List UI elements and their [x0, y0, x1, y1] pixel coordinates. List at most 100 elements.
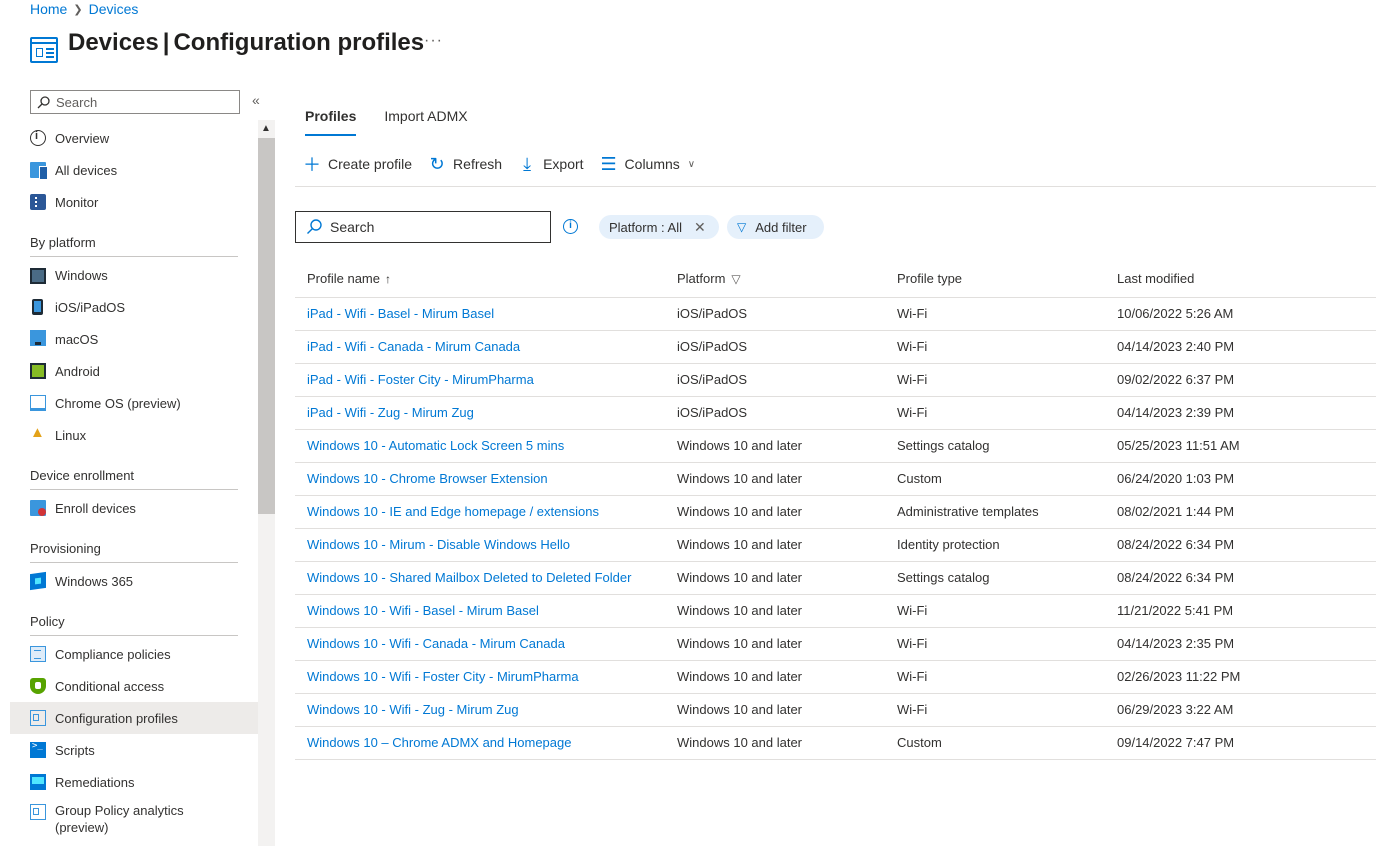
cell-last-modified: 06/29/2023 3:22 AM — [1105, 693, 1376, 727]
sidebar-item-scripts[interactable]: Scripts — [10, 734, 258, 766]
sidebar-item-configuration-profiles[interactable]: Configuration profiles — [10, 702, 258, 734]
info-icon[interactable]: i — [563, 219, 578, 234]
collapse-sidebar-icon[interactable]: « — [252, 92, 260, 108]
column-header-profile-type[interactable]: Profile type — [885, 260, 1105, 298]
table-row[interactable]: Windows 10 - Mirum - Disable Windows Hel… — [295, 528, 1376, 562]
sidebar-item-remediations[interactable]: Remediations — [10, 766, 258, 798]
add-filter-button[interactable]: ▽ Add filter — [727, 215, 824, 239]
section-device-enrollment: Device enrollment — [30, 468, 238, 490]
tab-profiles[interactable]: Profiles — [305, 108, 357, 136]
create-profile-button[interactable]: ＋ Create profile — [303, 152, 412, 176]
profiles-table: Profile name ↑ Platform ▽ Profile type Las… — [295, 260, 1376, 760]
linux-icon — [30, 424, 46, 443]
table-row[interactable]: iPad - Wifi - Zug - Mirum Zug iOS/iPadOS W… — [295, 396, 1376, 430]
profile-link[interactable]: Windows 10 – Chrome ADMX and Homepage — [307, 735, 571, 750]
profile-link[interactable]: Windows 10 - Wifi - Canada - Mirum Canad… — [307, 636, 565, 651]
tab-import-admx[interactable]: Import ADMX — [384, 108, 467, 136]
table-row[interactable]: Windows 10 - IE and Edge homepage / exte… — [295, 495, 1376, 529]
sidebar-item-chrome-os[interactable]: Chrome OS (preview) — [10, 387, 258, 419]
profile-link[interactable]: Windows 10 - Wifi - Zug - Mirum Zug — [307, 702, 519, 717]
table-row[interactable]: iPad - Wifi - Foster City - MirumPharma i… — [295, 363, 1376, 397]
column-header-profile-name[interactable]: Profile name ↑ — [295, 260, 665, 298]
refresh-button[interactable]: ↻ Refresh — [428, 152, 503, 176]
devices-icon — [30, 162, 48, 180]
column-header-platform[interactable]: Platform ▽ — [665, 260, 885, 298]
sidebar-search[interactable] — [30, 90, 240, 114]
sidebar-item-all-devices[interactable]: All devices — [10, 154, 258, 186]
cell-profile-name: Windows 10 - Wifi - Zug - Mirum Zug — [295, 693, 665, 727]
column-header-last-modified[interactable]: Last modified — [1105, 260, 1376, 298]
profile-link[interactable]: Windows 10 - Chrome Browser Extension — [307, 471, 548, 486]
conditional-access-icon — [30, 678, 46, 694]
profile-link[interactable]: Windows 10 - Wifi - Basel - Mirum Basel — [307, 603, 539, 618]
search-icon — [37, 95, 50, 108]
profile-search-input[interactable] — [330, 219, 530, 235]
sidebar-item-windows-365[interactable]: Windows 365 — [10, 565, 258, 597]
table-row[interactable]: Windows 10 - Wifi - Zug - Mirum Zug Windo… — [295, 693, 1376, 727]
section-by-platform: By platform — [30, 235, 238, 257]
sidebar-item-group-policy-analytics[interactable]: Group Policy analytics (preview) — [10, 802, 258, 840]
sidebar-item-conditional-access[interactable]: Conditional access — [10, 670, 258, 702]
table-row[interactable]: iPad - Wifi - Canada - Mirum Canada iOS/i… — [295, 330, 1376, 364]
table-row[interactable]: Windows 10 - Wifi - Canada - Mirum Canad… — [295, 627, 1376, 661]
profile-link[interactable]: Windows 10 - Mirum - Disable Windows Hel… — [307, 537, 570, 552]
table-row[interactable]: Windows 10 - Wifi - Foster City - MirumP… — [295, 660, 1376, 694]
sidebar-scrollbar[interactable]: ▲ — [258, 120, 275, 846]
macos-icon — [30, 329, 46, 346]
cell-platform: iOS/iPadOS — [665, 363, 885, 397]
sidebar-item-macos[interactable]: macOS — [10, 323, 258, 355]
sidebar-item-label: Compliance policies — [55, 646, 171, 662]
cell-platform: Windows 10 and later — [665, 495, 885, 529]
cell-profile-name: Windows 10 - Chrome Browser Extension — [295, 462, 665, 496]
table-row[interactable]: Windows 10 - Chrome Browser Extension Win… — [295, 462, 1376, 496]
cell-platform: Windows 10 and later — [665, 627, 885, 661]
cell-profile-name: iPad - Wifi - Foster City - MirumPharma — [295, 363, 665, 397]
columns-button[interactable]: ☰ Columns ∨ — [600, 152, 695, 176]
cell-platform: Windows 10 and later — [665, 594, 885, 628]
sidebar-item-android[interactable]: Android — [10, 355, 258, 387]
table-row[interactable]: Windows 10 – Chrome ADMX and Homepage Win… — [295, 726, 1376, 760]
profile-link[interactable]: Windows 10 - IE and Edge homepage / exte… — [307, 504, 599, 519]
sidebar: « ▲ Overview All devices Monitor By plat… — [0, 88, 276, 846]
more-options-icon[interactable]: ··· — [424, 32, 443, 50]
cell-last-modified: 11/21/2022 5:41 PM — [1105, 594, 1376, 628]
profile-link[interactable]: Windows 10 - Shared Mailbox Deleted to D… — [307, 570, 631, 585]
cell-platform: iOS/iPadOS — [665, 330, 885, 364]
profile-link[interactable]: iPad - Wifi - Zug - Mirum Zug — [307, 405, 474, 420]
profile-link[interactable]: Windows 10 - Wifi - Foster City - MirumP… — [307, 669, 579, 684]
profile-search[interactable] — [295, 211, 551, 243]
table-row[interactable]: Windows 10 - Automatic Lock Screen 5 min… — [295, 429, 1376, 463]
filter-icon[interactable]: ▽ — [731, 272, 740, 286]
scroll-up-icon[interactable]: ▲ — [261, 123, 271, 134]
sidebar-item-ios[interactable]: iOS/iPadOS — [10, 291, 258, 323]
sidebar-item-enroll-devices[interactable]: Enroll devices — [10, 492, 258, 524]
cell-last-modified: 08/24/2022 6:34 PM — [1105, 528, 1376, 562]
breadcrumb-devices-link[interactable]: Devices — [89, 1, 139, 17]
remediations-icon — [30, 774, 46, 790]
sidebar-item-label: Windows — [55, 267, 108, 283]
platform-filter-pill[interactable]: Platform : All ✕ — [599, 215, 719, 239]
profile-link[interactable]: iPad - Wifi - Foster City - MirumPharma — [307, 372, 534, 387]
windows-365-icon — [30, 571, 46, 591]
sidebar-item-windows[interactable]: Windows — [10, 259, 258, 291]
table-row[interactable]: Windows 10 - Wifi - Basel - Mirum Basel W… — [295, 594, 1376, 628]
sidebar-item-linux[interactable]: Linux — [10, 419, 258, 451]
breadcrumb-home-link[interactable]: Home — [30, 1, 67, 17]
cell-profile-type: Custom — [885, 462, 1105, 496]
cell-last-modified: 06/24/2020 1:03 PM — [1105, 462, 1376, 496]
sidebar-item-compliance-policies[interactable]: Compliance policies — [10, 638, 258, 670]
sidebar-item-overview[interactable]: Overview — [10, 122, 258, 154]
profile-link[interactable]: Windows 10 - Automatic Lock Screen 5 min… — [307, 438, 564, 453]
breadcrumb: Home ❯ Devices — [30, 1, 138, 17]
sidebar-search-input[interactable] — [56, 94, 226, 110]
export-button[interactable]: ⤓ Export — [518, 152, 583, 176]
close-icon[interactable]: ✕ — [694, 219, 706, 236]
sidebar-item-monitor[interactable]: Monitor — [10, 186, 258, 218]
profile-link[interactable]: iPad - Wifi - Basel - Mirum Basel — [307, 306, 494, 321]
group-policy-icon — [30, 804, 46, 820]
table-row[interactable]: Windows 10 - Shared Mailbox Deleted to D… — [295, 561, 1376, 595]
profile-link[interactable]: iPad - Wifi - Canada - Mirum Canada — [307, 339, 520, 354]
cell-last-modified: 10/06/2022 5:26 AM — [1105, 297, 1376, 331]
table-row[interactable]: iPad - Wifi - Basel - Mirum Basel iOS/iPa… — [295, 297, 1376, 331]
scrollbar-thumb[interactable] — [258, 138, 275, 514]
